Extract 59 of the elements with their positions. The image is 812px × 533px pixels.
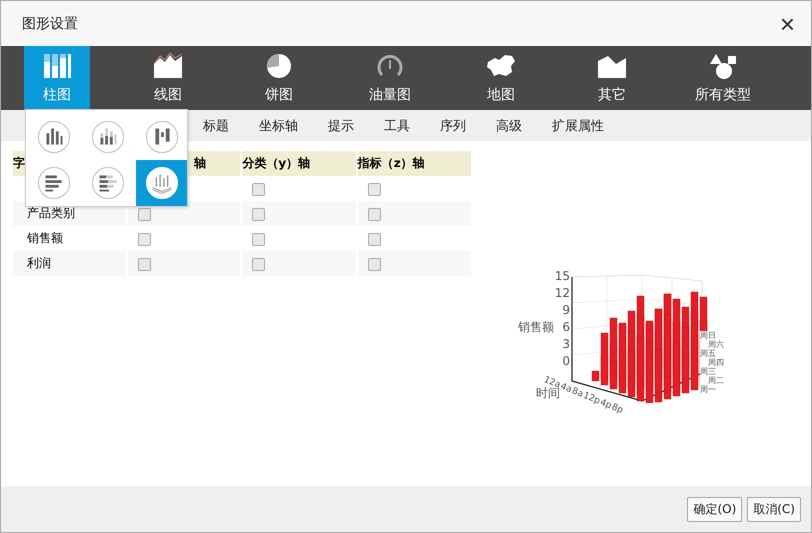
- axis-title: 时间: [536, 386, 560, 402]
- settings-tab[interactable]: 坐标轴: [244, 110, 313, 141]
- axis-tick-label: 周日: [700, 331, 716, 340]
- axis-tick-label: 3: [562, 337, 570, 352]
- checkbox[interactable]: [368, 232, 381, 246]
- close-button[interactable]: ×: [776, 10, 799, 36]
- field-name: 产品类别: [27, 206, 75, 220]
- settings-tab[interactable]: 高级: [481, 110, 537, 141]
- axis-tick-label: 6: [562, 320, 570, 335]
- area-chart-icon: [152, 52, 184, 80]
- checkbox[interactable]: [368, 258, 381, 271]
- settings-tab[interactable]: 扩展属性: [537, 110, 619, 141]
- axis-tick-label: 周一: [700, 385, 717, 394]
- horizontal-bar-chart-icon: [90, 166, 124, 200]
- chart-type-tab[interactable]: 地图: [468, 46, 534, 110]
- dialog-button[interactable]: 取消(C): [747, 496, 801, 522]
- chart-type-tab[interactable]: 所有类型: [690, 46, 756, 110]
- horizontal-bar-chart-icon: [36, 166, 70, 200]
- window-title: 图形设置: [22, 14, 78, 32]
- axis-tick-label: 周三: [700, 367, 717, 376]
- checkbox[interactable]: [252, 232, 266, 246]
- checkbox[interactable]: [252, 182, 266, 196]
- bar-chart-icon: [41, 52, 73, 80]
- axis-tick-label: 9: [562, 303, 570, 318]
- bar-chart-icon: [90, 120, 124, 154]
- shapes-icon: [707, 52, 739, 80]
- checkbox[interactable]: [138, 232, 152, 246]
- settings-tab[interactable]: 提示: [313, 110, 369, 141]
- chart-subtype-option[interactable]: [136, 160, 187, 206]
- field-name: 利润: [27, 256, 51, 270]
- settings-tab[interactable]: 标题: [188, 110, 244, 141]
- chart-type-tab[interactable]: 其它: [579, 46, 645, 110]
- axis-tick-label: 0: [562, 354, 570, 369]
- axis-tick-label: 周六: [708, 340, 725, 349]
- checkbox[interactable]: [368, 182, 381, 196]
- checkbox[interactable]: [138, 258, 152, 271]
- settings-tab[interactable]: 序列: [425, 110, 481, 141]
- bar-chart-icon: [144, 166, 178, 200]
- bar-chart-icon: [144, 120, 178, 154]
- axis-tick-label: 周四: [708, 358, 725, 367]
- column-header: 分类（y）轴: [241, 151, 357, 176]
- axis-tick-label: 周五: [700, 349, 717, 358]
- settings-tab[interactable]: 工具: [369, 110, 425, 141]
- axis-tick-label: 15: [554, 269, 570, 284]
- checkbox[interactable]: [252, 258, 266, 271]
- chart-type-tab[interactable]: 饼图: [246, 46, 312, 110]
- checkbox[interactable]: [252, 208, 266, 221]
- chart-type-tab[interactable]: 油量图: [357, 46, 423, 110]
- axis-tick-label: 8p: [610, 402, 624, 416]
- dialog-button[interactable]: 确定(O): [687, 496, 742, 522]
- axis-tick-label: 12: [554, 286, 570, 301]
- checkbox[interactable]: [368, 208, 381, 221]
- bar-chart-icon: [36, 120, 70, 154]
- column-header: 指标（z）轴: [356, 151, 471, 176]
- checkbox[interactable]: [138, 208, 152, 221]
- axis-tick-label: 周二: [708, 376, 725, 385]
- field-name: 销售额: [27, 231, 63, 245]
- axis-title: 销售额: [518, 319, 554, 336]
- chart-type-tab[interactable]: 线图: [135, 46, 201, 110]
